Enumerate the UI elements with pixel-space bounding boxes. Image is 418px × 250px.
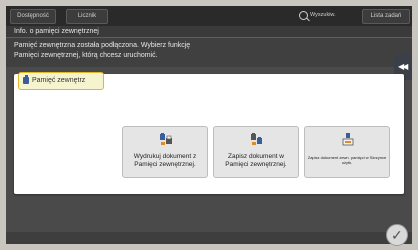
print-from-memory-icon [160, 133, 172, 145]
save-to-box-icon [342, 133, 354, 146]
save-to-memory-button[interactable]: Zapisz dokument w Pamięci zewnętrznej. [213, 126, 299, 178]
counter-button[interactable]: Licznik [66, 9, 108, 24]
usb-memory-icon [23, 75, 29, 84]
double-chevron-left-icon: ◀◀ [398, 62, 408, 71]
device-frame: Dostępność Licznik Wyszukiw. Lista zadań… [0, 0, 418, 250]
top-bar: Dostępność Licznik Wyszukiw. Lista zadań [6, 6, 412, 26]
window-titlebar: Info. o pamięci zewnętrznej [6, 26, 412, 38]
tab-label: Pamięć zewnętrz [32, 77, 86, 84]
ok-button[interactable]: ✓ [386, 224, 408, 246]
search-icon [299, 11, 308, 20]
function-label: Zapisz dokument zewn. pamięci w Skrzynce… [307, 155, 387, 165]
message-line-2: Pamięci zewnętrznej, którą chcesz urucho… [14, 52, 158, 59]
save-to-user-box-button[interactable]: Zapisz dokument zewn. pamięci w Skrzynce… [304, 126, 390, 178]
touch-screen: Dostępność Licznik Wyszukiw. Lista zadań… [6, 6, 412, 244]
function-label: Zapisz dokument w Pamięci zewnętrznej. [225, 153, 287, 168]
availability-button[interactable]: Dostępność [10, 9, 56, 24]
function-label: Wydrukuj dokument z Pamięci zewnętrznej. [133, 153, 197, 168]
search-label: Wyszukiw. [310, 12, 336, 18]
bottom-bar [6, 232, 412, 244]
checkmark-icon: ✓ [391, 227, 403, 243]
job-list-button[interactable]: Lista zadań [362, 9, 410, 24]
message-line-1: Pamięć zewnętrzna została podłączona. Wy… [14, 42, 191, 49]
message-area: Pamięć zewnętrzna została podłączona. Wy… [6, 38, 412, 67]
save-to-memory-icon [251, 133, 262, 145]
search-button[interactable]: Wyszukiw. [296, 9, 352, 22]
print-from-memory-button[interactable]: Wydrukuj dokument z Pamięci zewnętrznej. [122, 126, 208, 178]
tab-external-memory[interactable]: Pamięć zewnętrz [18, 72, 104, 90]
window-title: Info. o pamięci zewnętrznej [14, 28, 99, 35]
